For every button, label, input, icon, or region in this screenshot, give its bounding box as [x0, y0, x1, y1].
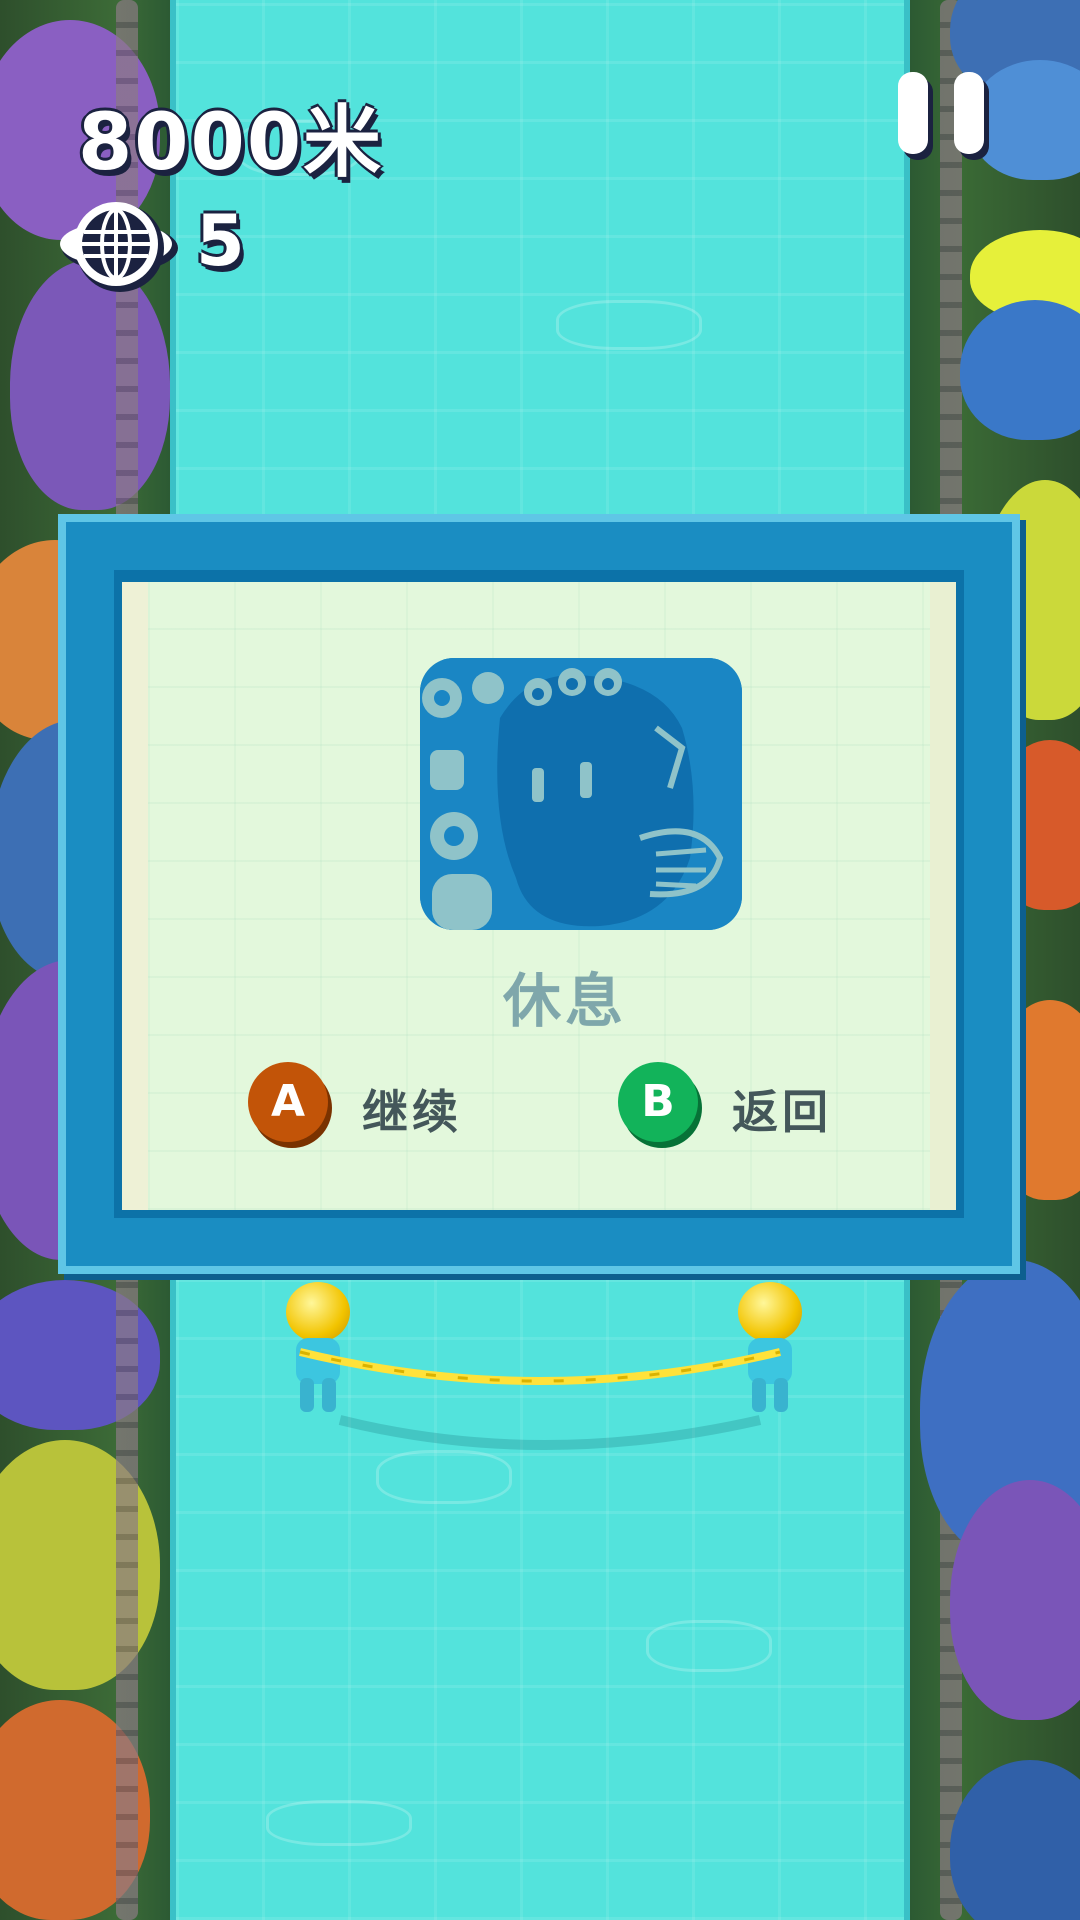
- dialog-inner-border: 休息 A 继续 B 返回: [114, 570, 964, 1218]
- dialog-panel: 休息 A 继续 B 返回: [122, 582, 956, 1210]
- resting-creature-illustration: [420, 658, 742, 930]
- return-label: 返回: [732, 1085, 832, 1139]
- net-globe-icon: [58, 196, 178, 296]
- pause-button[interactable]: [896, 72, 988, 158]
- return-button[interactable]: B 返回: [618, 1062, 858, 1152]
- continue-label: 继续: [362, 1085, 462, 1139]
- key-a-badge: A: [248, 1062, 328, 1142]
- continue-button[interactable]: A 继续: [248, 1062, 488, 1152]
- net-count: 5: [196, 200, 245, 282]
- key-b-badge: B: [618, 1062, 698, 1142]
- distance-counter: 8000米: [78, 98, 384, 188]
- dialog-title: 休息: [502, 967, 627, 1035]
- pause-dialog: 休息 A 继续 B 返回: [58, 514, 1020, 1274]
